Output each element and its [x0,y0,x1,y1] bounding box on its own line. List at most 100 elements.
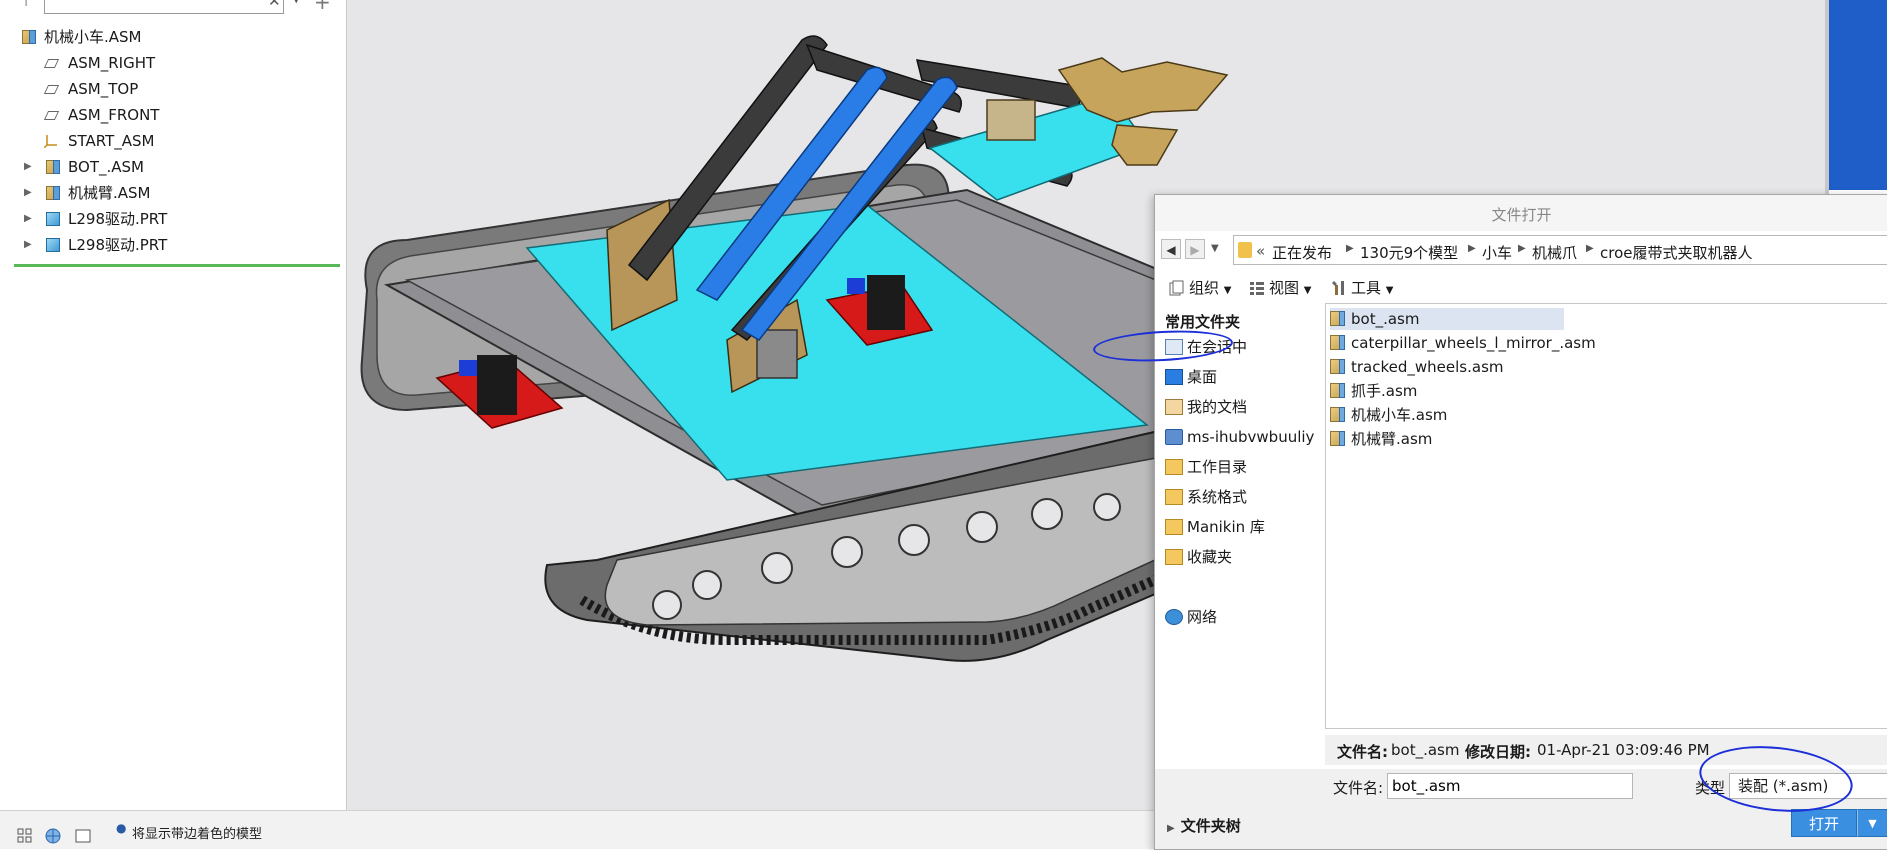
breadcrumb-item[interactable]: 正在发布 [1272,242,1332,263]
back-button[interactable]: ◀ [1161,239,1181,259]
nav-item-label: 我的文档 [1187,398,1248,416]
tree-item-root[interactable]: 机械小车.ASM [0,25,340,49]
chevron-right-icon[interactable]: ▶ [1468,243,1476,254]
tree-item-label: BOT_.ASM [68,158,144,176]
common-folders-panel: 常用文件夹 在会话中 桌面 我的文档 ms-ihubvwbuuliy 工作目录 … [1155,305,1323,845]
browser-icon[interactable] [44,827,62,845]
dialog-titlebar[interactable]: 文件打开 [1155,195,1887,231]
tree-item-start-asm[interactable]: START_ASM [0,129,340,153]
expand-arrow-icon[interactable]: ▶ [24,181,32,205]
breadcrumb-overflow[interactable]: « [1256,242,1265,260]
history-dropdown-icon[interactable]: ▼ [1211,243,1219,254]
expand-arrow-icon[interactable]: ▶ [24,233,32,257]
tree-filter-row: ⊤ ✕ ▼ + [0,0,346,18]
file-item-bot-asm[interactable]: bot_.asm [1330,308,1564,330]
status-message: 将显示带边着色的模型 [132,827,263,842]
computer-icon [1165,429,1183,445]
nav-item-label: 系统格式 [1187,488,1248,506]
breadcrumb-item[interactable]: croe履带式夹取机器人 [1600,242,1753,263]
status-bullet-icon: ● [116,821,127,835]
expand-arrow-icon[interactable]: ▶ [24,207,32,231]
tree-item-label: 机械臂.ASM [68,184,151,202]
assembly-file-icon [1330,359,1345,374]
nav-desktop[interactable]: 桌面 [1165,365,1217,389]
tree-item-label: START_ASM [68,132,155,150]
tree-search-input[interactable] [44,0,284,14]
tree-item-l298-1[interactable]: ▶ L298驱动.PRT [0,207,340,231]
tree-item-arm-asm[interactable]: ▶ 机械臂.ASM [0,181,340,205]
info-name-value: bot_.asm [1391,741,1460,759]
desktop-icon [1165,369,1183,385]
nav-item-label: 收藏夹 [1187,548,1233,566]
tree-item-bot-asm[interactable]: ▶ BOT_.ASM [0,155,340,179]
model-tree-toggle-icon[interactable] [16,827,34,845]
servo-body [756,329,798,379]
file-list[interactable]: bot_.asm caterpillar_wheels_l_mirror_.as… [1325,303,1887,729]
view-button[interactable]: 视图 ▼ [1249,277,1312,298]
model-tree-panel: ⊤ ✕ ▼ + 机械小车.ASM ASM_RIGHT ASM_TOP ASM_F… [0,0,347,810]
tools-label: 工具 [1351,279,1382,297]
tools-button[interactable]: 工具 ▼ [1331,277,1394,298]
file-name: 机械臂.asm [1351,430,1433,448]
assembly-file-icon [1330,383,1345,398]
breadcrumb-item[interactable]: 130元9个模型 [1360,242,1458,263]
common-folders-heading: 常用文件夹 [1165,313,1241,331]
file-name: tracked_wheels.asm [1351,358,1504,376]
tree-item-asm-top[interactable]: ASM_TOP [0,77,340,101]
nav-item-label: Manikin 库 [1187,518,1265,536]
gripper-servo [986,99,1036,141]
file-item-mech-car[interactable]: 机械小车.asm [1330,404,1447,426]
folder-icon [1165,519,1183,535]
breadcrumb-item[interactable]: 机械爪 [1532,242,1577,263]
file-item-caterpillar-wheels[interactable]: caterpillar_wheels_l_mirror_.asm [1330,332,1596,354]
open-options-dropdown[interactable]: ▼ [1857,809,1887,837]
tree-item-label: L298驱动.PRT [68,210,168,228]
view-icon [1250,282,1264,295]
tree-item-l298-2[interactable]: ▶ L298驱动.PRT [0,233,340,257]
chevron-right-icon[interactable]: ▶ [1518,243,1526,254]
tools-icon [1332,281,1344,295]
file-item-tracked-wheels[interactable]: tracked_wheels.asm [1330,356,1504,378]
nav-item-label: 桌面 [1187,368,1218,386]
assembly-file-icon [1330,311,1345,326]
favorites-folder-icon [1165,549,1183,565]
assembly-icon [22,30,36,44]
organize-button[interactable]: 组织 ▼ [1169,277,1232,298]
chevron-down-icon: ▼ [1385,285,1394,296]
expand-arrow-icon[interactable]: ▶ [24,155,32,179]
file-item-gripper[interactable]: 抓手.asm [1330,380,1417,402]
assembly-file-icon [1330,407,1345,422]
folder-icon [1165,489,1183,505]
forward-button[interactable]: ▶ [1185,239,1205,259]
tree-item-asm-front[interactable]: ASM_FRONT [0,103,340,127]
clear-icon[interactable]: ✕ [268,0,281,10]
folder-tree-toggle[interactable]: ▶ 文件夹树 [1167,815,1241,836]
assembly-file-icon [1330,335,1345,350]
nav-network[interactable]: 网络 [1165,605,1217,629]
tree-item-label: L298驱动.PRT [68,236,168,254]
address-bar[interactable]: « 正在发布 ▶ 130元9个模型 ▶ 小车 ▶ 机械爪 ▶ croe履带式夹取… [1233,235,1887,265]
documents-icon [1165,399,1183,415]
file-item-mech-arm[interactable]: 机械臂.asm [1330,428,1432,450]
filter-icon[interactable]: ⊤ [20,0,32,10]
fullscreen-icon[interactable] [74,827,92,845]
chevron-right-icon[interactable]: ▶ [1586,243,1594,254]
tree-insert-divider[interactable] [14,264,340,267]
part-icon [46,212,60,226]
nav-working-directory[interactable]: 工作目录 [1165,455,1247,479]
nav-manikin-library[interactable]: Manikin 库 [1165,515,1265,539]
chevron-right-icon[interactable]: ▶ [1346,243,1354,254]
nav-favorites[interactable]: 收藏夹 [1165,545,1232,569]
nav-my-documents[interactable]: 我的文档 [1165,395,1247,419]
tree-item-label: 机械小车.ASM [44,28,142,46]
nav-computer[interactable]: ms-ihubvwbuuliy [1165,425,1314,449]
chevron-down-icon[interactable]: ▼ [292,0,300,5]
open-button[interactable]: 打开 [1791,809,1857,837]
nav-system-formats[interactable]: 系统格式 [1165,485,1247,509]
expand-arrow-icon: ▶ [1167,823,1175,834]
tree-item-asm-right[interactable]: ASM_RIGHT [0,51,340,75]
add-icon[interactable]: + [314,0,331,14]
filename-input[interactable] [1387,773,1633,799]
breadcrumb-item[interactable]: 小车 [1482,242,1512,263]
file-open-dialog: 文件打开 ◀ ▶ ▼ « 正在发布 ▶ 130元9个模型 ▶ 小车 ▶ 机械爪 … [1092,194,1887,850]
